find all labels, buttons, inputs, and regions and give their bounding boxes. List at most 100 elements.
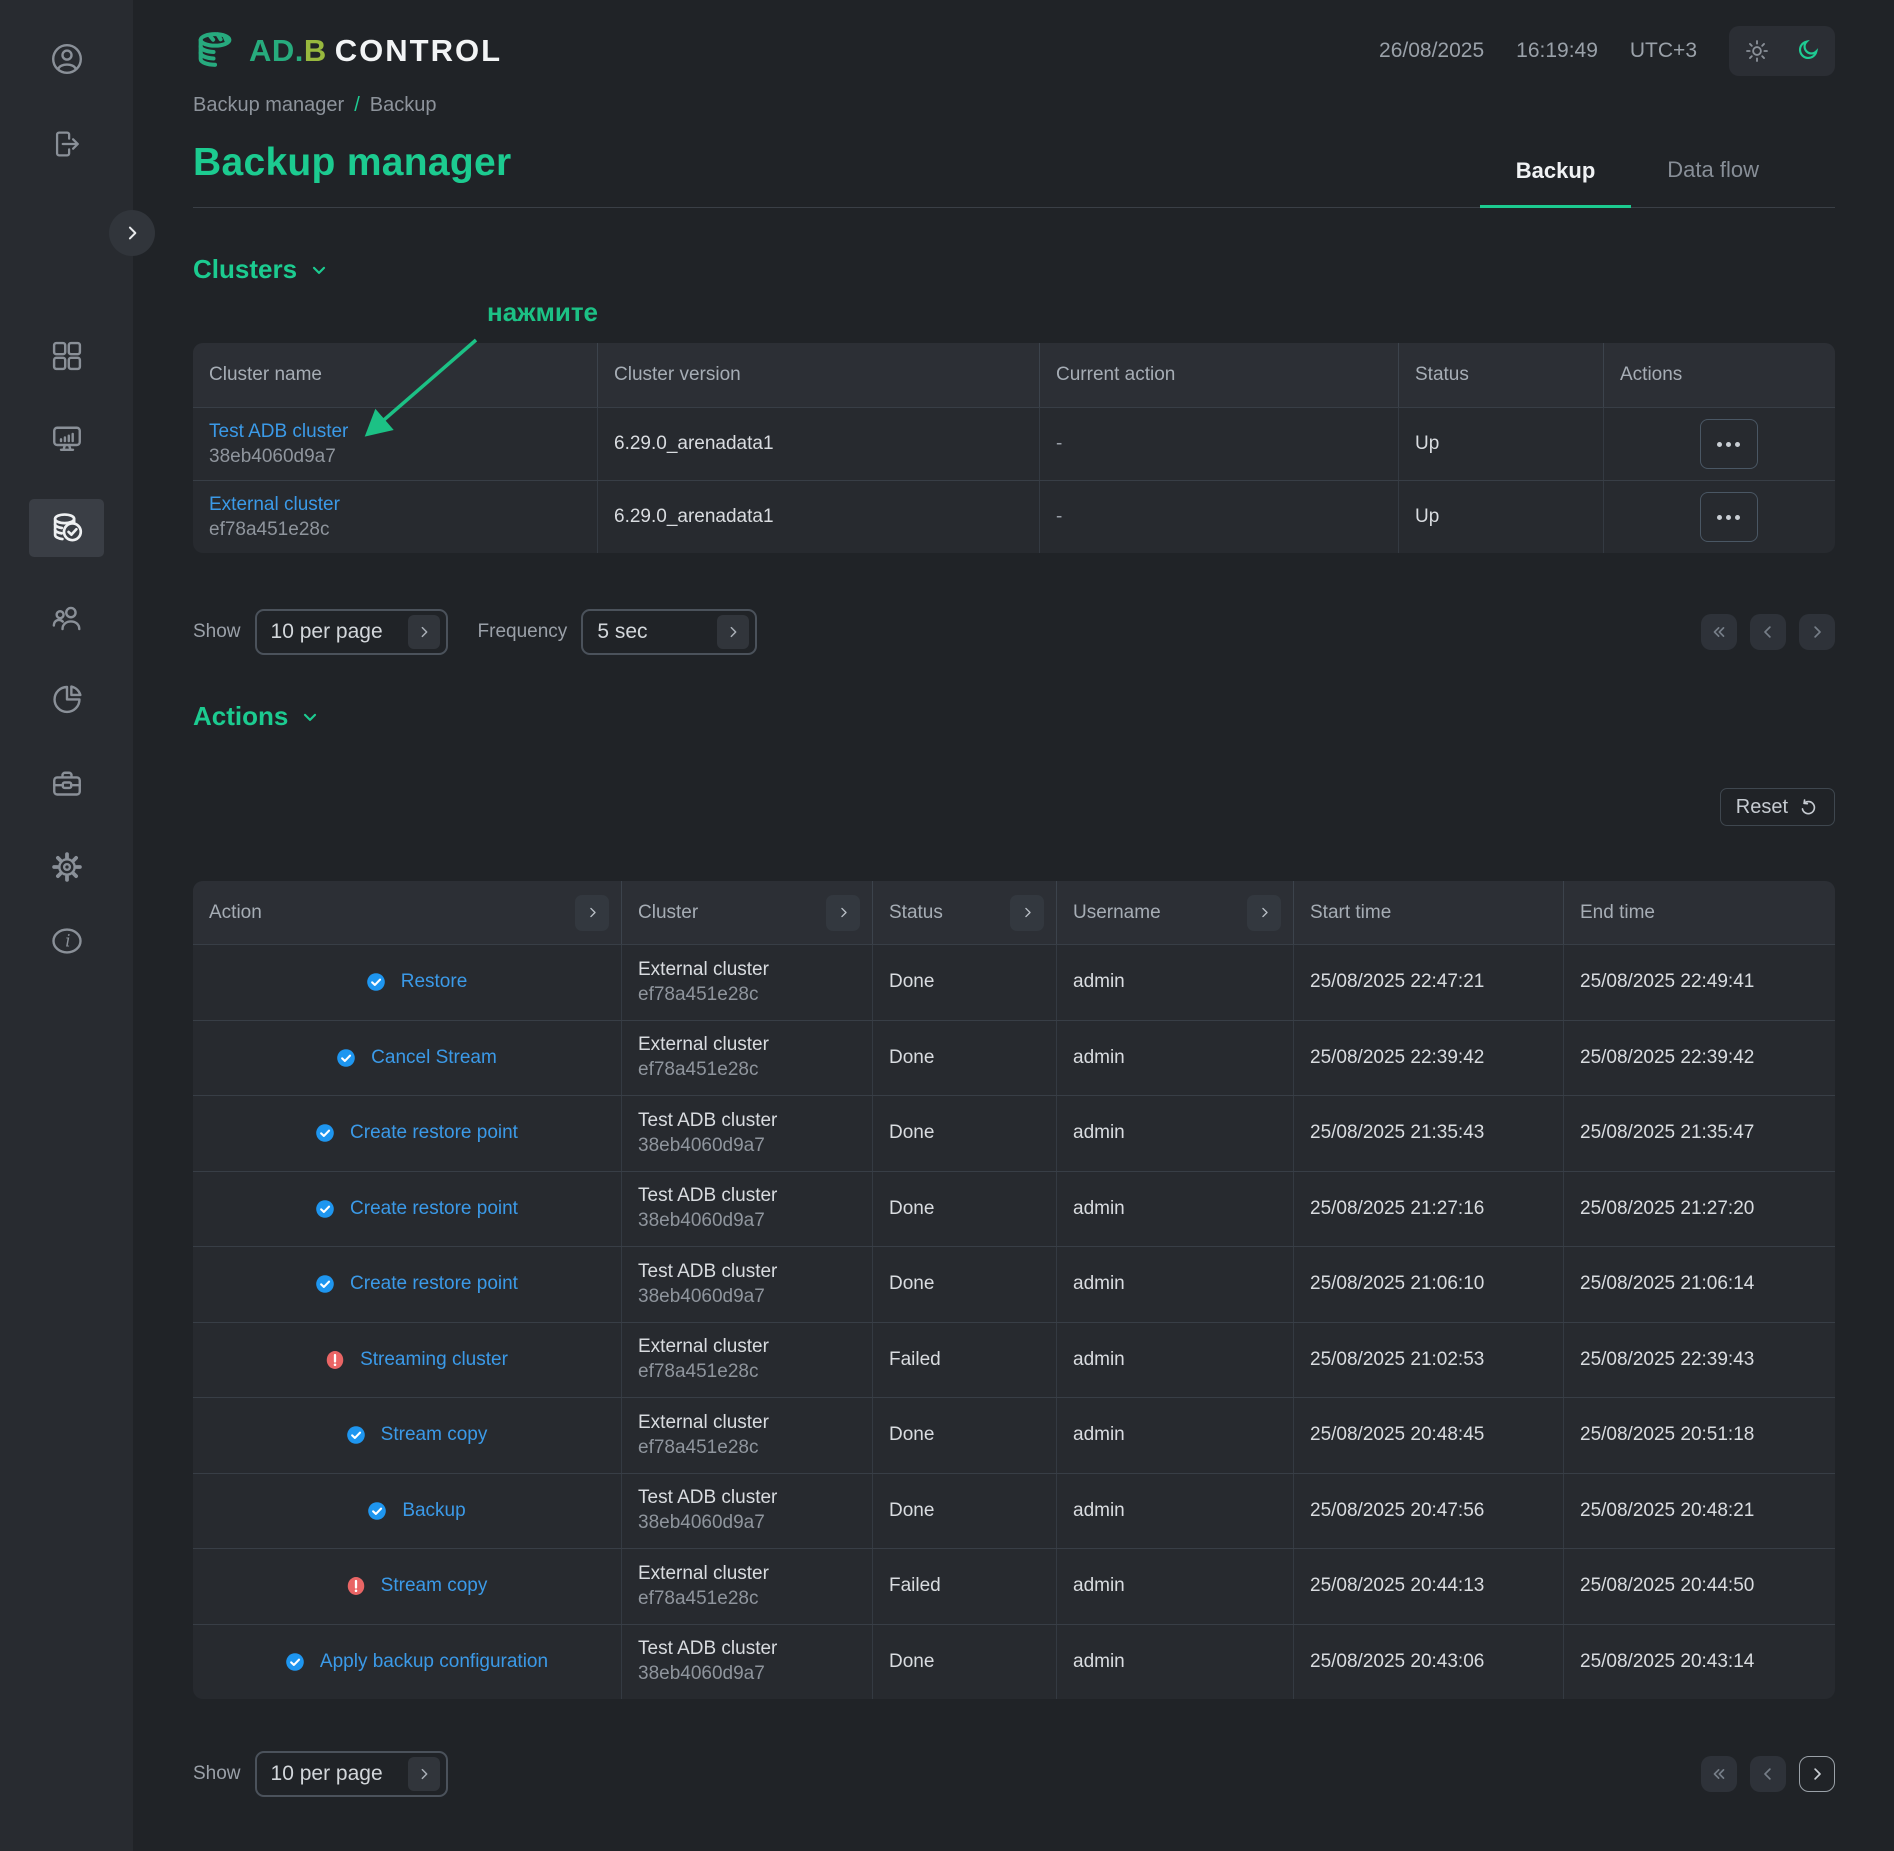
action-cell: Create restore point — [193, 1172, 621, 1247]
done-icon — [366, 1500, 388, 1522]
dashboard-grid-icon — [49, 338, 85, 374]
cluster-column-expand-button[interactable] — [826, 895, 860, 931]
ellipsis-icon — [1717, 515, 1722, 520]
action-status: Done — [872, 1096, 1056, 1171]
cluster-status: Up — [1398, 481, 1603, 553]
pagination-first-button[interactable] — [1701, 614, 1737, 650]
action-link[interactable]: Create restore point — [350, 1122, 518, 1144]
cluster-actions-menu-button[interactable] — [1700, 492, 1758, 542]
action-row: Create restore point Test ADB cluster 38… — [193, 1171, 1835, 1247]
action-username: admin — [1056, 1323, 1293, 1398]
page-size-expand-button[interactable] — [408, 615, 440, 649]
cluster-actions-menu-button[interactable] — [1700, 419, 1758, 469]
action-cluster-name: External cluster — [638, 1412, 872, 1434]
breadcrumb-parent[interactable]: Backup manager — [193, 94, 344, 117]
failed-icon — [324, 1349, 346, 1371]
actions-heading[interactable]: Actions — [193, 701, 1835, 732]
action-username: admin — [1056, 1549, 1293, 1624]
clusters-heading-label: Clusters — [193, 254, 297, 285]
action-link[interactable]: Restore — [401, 971, 468, 993]
chevron-right-icon — [122, 223, 142, 243]
action-cluster-cell: External cluster ef78a451e28c — [621, 1398, 872, 1473]
cluster-actions-cell — [1603, 408, 1835, 480]
action-link[interactable]: Stream copy — [381, 1575, 488, 1597]
reset-button[interactable]: Reset — [1720, 788, 1835, 826]
action-row: Create restore point Test ADB cluster 38… — [193, 1246, 1835, 1322]
cluster-name-link[interactable]: Test ADB cluster — [209, 421, 597, 443]
action-row: Restore External cluster ef78a451e28c Do… — [193, 944, 1835, 1020]
sidebar-item-info[interactable]: i — [0, 923, 133, 959]
clusters-heading[interactable]: Clusters — [193, 254, 1835, 285]
action-link[interactable]: Backup — [402, 1500, 465, 1522]
briefcase-icon — [49, 766, 85, 802]
frequency-select[interactable]: 5 sec — [581, 609, 757, 655]
action-link[interactable]: Apply backup configuration — [320, 1651, 548, 1673]
chevron-left-icon — [1759, 1765, 1777, 1783]
frequency-expand-button[interactable] — [717, 615, 749, 649]
sidebar-item-profile[interactable] — [0, 41, 133, 77]
action-row: Stream copy External cluster ef78a451e28… — [193, 1548, 1835, 1624]
action-link[interactable]: Create restore point — [350, 1273, 518, 1295]
svg-text:i: i — [65, 931, 70, 950]
action-link[interactable]: Cancel Stream — [371, 1047, 497, 1069]
pagination-first-button[interactable] — [1701, 1756, 1737, 1792]
sidebar-item-users[interactable] — [0, 600, 133, 636]
sidebar-item-logout[interactable] — [0, 127, 133, 161]
action-cluster-id: ef78a451e28c — [638, 1437, 872, 1459]
chevron-right-icon — [416, 1766, 432, 1782]
show-label: Show — [193, 1763, 241, 1785]
sidebar-item-monitoring[interactable] — [0, 421, 133, 457]
cluster-name-link[interactable]: External cluster — [209, 494, 597, 516]
done-icon — [365, 971, 387, 993]
pagination-next-button[interactable] — [1799, 614, 1835, 650]
pagination-prev-button[interactable] — [1750, 1756, 1786, 1792]
action-start-time: 25/08/2025 20:48:45 — [1293, 1398, 1563, 1473]
actions-page-size-select[interactable]: 10 per page — [255, 1751, 448, 1797]
action-start-time: 25/08/2025 21:02:53 — [1293, 1323, 1563, 1398]
cluster-version: 6.29.0_arenadata1 — [597, 481, 1039, 553]
page-size-select[interactable]: 10 per page — [255, 609, 448, 655]
sidebar-item-backup-manager[interactable] — [29, 499, 104, 557]
users-icon — [49, 600, 85, 636]
action-row: Cancel Stream External cluster ef78a451e… — [193, 1020, 1835, 1096]
cluster-actions-cell — [1603, 481, 1835, 553]
ellipsis-icon — [1717, 442, 1722, 447]
action-end-time: 25/08/2025 21:27:20 — [1563, 1172, 1835, 1247]
col-action-status: Status — [872, 881, 1056, 944]
action-link[interactable]: Stream copy — [381, 1424, 488, 1446]
chevron-right-icon — [1257, 905, 1272, 920]
current-time: 16:19:49 — [1516, 39, 1598, 63]
status-column-expand-button[interactable] — [1010, 895, 1044, 931]
tab-backup[interactable]: Backup — [1480, 157, 1631, 208]
pie-chart-icon — [49, 681, 85, 717]
action-link[interactable]: Streaming cluster — [360, 1349, 508, 1371]
app-title: AD.BCONTROL — [249, 33, 502, 69]
col-current-action: Current action — [1039, 343, 1398, 407]
sidebar-item-reports[interactable] — [0, 681, 133, 717]
username-column-expand-button[interactable] — [1247, 895, 1281, 931]
action-cluster-id: 38eb4060d9a7 — [638, 1210, 872, 1232]
action-status: Failed — [872, 1549, 1056, 1624]
action-link[interactable]: Create restore point — [350, 1198, 518, 1220]
pagination-next-button[interactable] — [1799, 1756, 1835, 1792]
action-cluster-cell: External cluster ef78a451e28c — [621, 1549, 872, 1624]
sidebar-item-jobs[interactable] — [0, 766, 133, 802]
action-cluster-id: 38eb4060d9a7 — [638, 1286, 872, 1308]
actions-heading-label: Actions — [193, 701, 288, 732]
dark-theme-button[interactable] — [1785, 29, 1829, 73]
light-theme-button[interactable] — [1735, 29, 1779, 73]
cluster-row: Test ADB cluster 38eb4060d9a7 6.29.0_are… — [193, 407, 1835, 480]
monitoring-chart-icon — [49, 421, 85, 457]
action-cluster-cell: Test ADB cluster 38eb4060d9a7 — [621, 1625, 872, 1700]
pagination-prev-button[interactable] — [1750, 614, 1786, 650]
action-cluster-cell: Test ADB cluster 38eb4060d9a7 — [621, 1247, 872, 1322]
actions-page-size-expand-button[interactable] — [408, 1757, 440, 1791]
action-cluster-id: 38eb4060d9a7 — [638, 1135, 872, 1157]
sidebar-expand-button[interactable] — [109, 210, 155, 256]
sidebar-item-settings[interactable] — [0, 849, 133, 885]
action-column-expand-button[interactable] — [575, 895, 609, 931]
breadcrumb-separator: / — [354, 94, 360, 117]
action-end-time: 25/08/2025 22:39:43 — [1563, 1323, 1835, 1398]
tab-data-flow[interactable]: Data flow — [1631, 157, 1795, 207]
sidebar-item-dashboard[interactable] — [0, 338, 133, 374]
